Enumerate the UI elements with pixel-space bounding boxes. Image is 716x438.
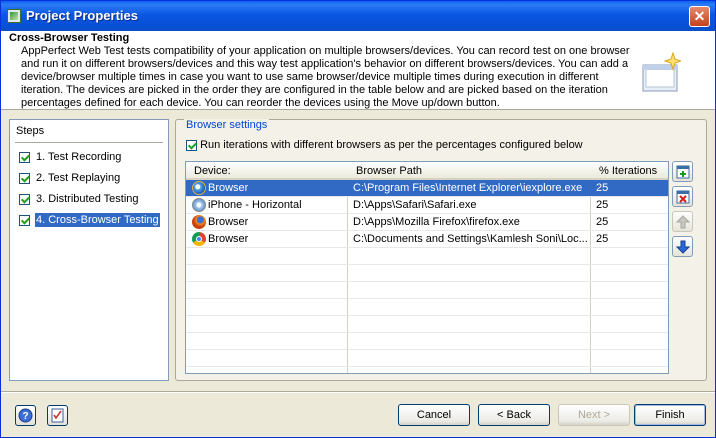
cell-device: Browser xyxy=(208,182,249,194)
delete-row-icon xyxy=(676,190,690,204)
table-row-empty xyxy=(186,299,668,316)
table-row-empty xyxy=(186,265,668,282)
step-cross-browser-testing[interactable]: 4. Cross-Browser Testing xyxy=(19,213,160,228)
steps-divider xyxy=(15,142,163,143)
project-properties-dialog: Project Properties ✕ Cross-Browser Testi… xyxy=(0,0,716,438)
app-icon xyxy=(7,9,21,23)
firefox-icon xyxy=(192,215,206,229)
cell-device: Browser xyxy=(208,216,249,228)
chrome-icon xyxy=(192,232,206,246)
finish-button[interactable]: Finish xyxy=(634,404,706,426)
move-down-button[interactable] xyxy=(672,236,693,257)
steps-title: Steps xyxy=(16,125,45,137)
browser-settings-group: Browser settings Run iterations with dif… xyxy=(175,119,707,381)
table-row-empty xyxy=(186,350,668,367)
browser-table: Device: Browser Path % Iterations Browse… xyxy=(185,161,669,374)
checkbox-checked-icon[interactable] xyxy=(19,172,30,184)
step-label: 1. Test Recording xyxy=(36,151,122,163)
cell-iterations: 25 xyxy=(596,216,609,228)
cell-device: iPhone - Horizontal xyxy=(208,199,302,211)
cell-path: D:\Apps\Mozilla Firefox\firefox.exe xyxy=(353,216,520,228)
next-button[interactable]: Next > xyxy=(558,404,630,426)
step-distributed-testing[interactable]: 3. Distributed Testing xyxy=(19,192,140,207)
run-iterations-checkbox[interactable] xyxy=(186,139,197,151)
remove-browser-button[interactable] xyxy=(672,186,693,207)
table-row-empty xyxy=(186,248,668,265)
title-bar: Project Properties ✕ xyxy=(1,1,715,31)
run-iterations-option[interactable]: Run iterations with different browsers a… xyxy=(186,139,583,151)
back-button[interactable]: < Back xyxy=(478,404,550,426)
header-panel: Cross-Browser Testing AppPerfect Web Tes… xyxy=(1,31,715,110)
header-device[interactable]: Device: xyxy=(194,165,231,177)
checkbox-checked-icon[interactable] xyxy=(19,193,30,205)
move-up-button[interactable] xyxy=(672,211,693,232)
step-label: 4. Cross-Browser Testing xyxy=(35,213,160,227)
steps-panel: Steps 1. Test Recording 2. Test Replayin… xyxy=(9,119,169,381)
table-row[interactable]: iPhone - Horizontal D:\Apps\Safari\Safar… xyxy=(186,197,668,214)
help-button[interactable]: ? xyxy=(15,405,36,426)
window-title: Project Properties xyxy=(26,8,138,23)
help-icon: ? xyxy=(18,408,33,423)
table-row-empty xyxy=(186,282,668,299)
cell-iterations: 25 xyxy=(596,182,609,194)
table-row[interactable]: Browser C:\Program Files\Internet Explor… xyxy=(186,180,668,197)
cell-path: C:\Program Files\Internet Explorer\iexpl… xyxy=(353,182,583,194)
ie-icon xyxy=(192,181,206,195)
arrow-down-icon xyxy=(676,240,690,254)
safari-icon xyxy=(192,198,206,212)
run-iterations-label: Run iterations with different browsers a… xyxy=(200,139,583,151)
checkbox-checked-icon[interactable] xyxy=(19,214,30,226)
checklist-button[interactable] xyxy=(47,405,68,426)
step-label: 3. Distributed Testing xyxy=(36,193,139,205)
step-test-replaying[interactable]: 2. Test Replaying xyxy=(19,171,121,186)
step-label: 2. Test Replaying xyxy=(36,172,121,184)
table-header: Device: Browser Path % Iterations xyxy=(186,162,668,180)
step-test-recording[interactable]: 1. Test Recording xyxy=(19,150,122,165)
close-button[interactable]: ✕ xyxy=(689,6,710,27)
svg-text:?: ? xyxy=(22,411,28,422)
cell-iterations: 25 xyxy=(596,233,609,245)
checklist-icon xyxy=(51,408,64,423)
page-description: AppPerfect Web Test tests compatibility … xyxy=(21,45,630,109)
add-browser-button[interactable] xyxy=(672,161,693,182)
cell-path: D:\Apps\Safari\Safari.exe xyxy=(353,199,477,211)
table-row[interactable]: Browser C:\Documents and Settings\Kamles… xyxy=(186,231,668,248)
cell-iterations: 25 xyxy=(596,199,609,211)
header-browser-path[interactable]: Browser Path xyxy=(356,165,422,177)
cell-path: C:\Documents and Settings\Kamlesh Soni\L… xyxy=(353,233,588,245)
table-row-empty xyxy=(186,316,668,333)
cancel-button[interactable]: Cancel xyxy=(398,404,470,426)
checkbox-checked-icon[interactable] xyxy=(19,151,30,163)
add-row-icon xyxy=(676,165,690,179)
table-row[interactable]: Browser D:\Apps\Mozilla Firefox\firefox.… xyxy=(186,214,668,231)
wizard-banner-icon xyxy=(642,51,681,92)
table-row-empty xyxy=(186,333,668,350)
cell-device: Browser xyxy=(208,233,249,245)
footer-divider xyxy=(1,391,715,392)
browser-settings-legend: Browser settings xyxy=(184,119,270,131)
arrow-up-icon xyxy=(676,215,690,229)
page-title: Cross-Browser Testing xyxy=(9,32,130,44)
header-iterations[interactable]: % Iterations xyxy=(599,165,657,177)
